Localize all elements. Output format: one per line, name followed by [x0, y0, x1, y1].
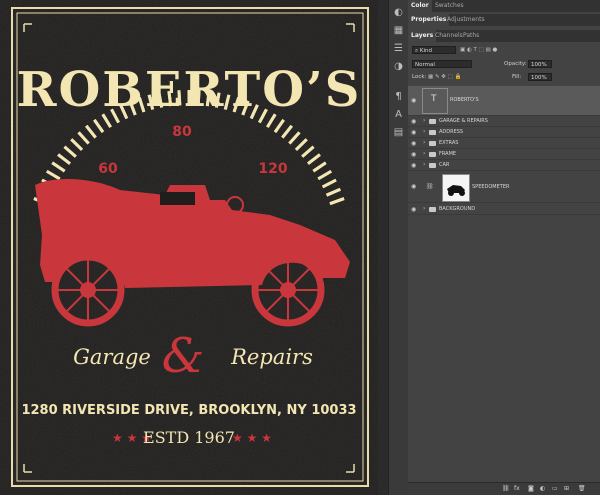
- folder-icon: [429, 141, 436, 146]
- color-tabs: Color Swatches: [408, 0, 600, 12]
- visibility-eye-icon[interactable]: ◉: [411, 97, 418, 104]
- speed-low-label: 60: [98, 161, 118, 177]
- layer-name: BACKGROUND: [439, 206, 476, 212]
- layer-row-car[interactable]: ◉ › CAR: [408, 160, 600, 171]
- mask-icon[interactable]: ◙: [528, 485, 534, 492]
- visibility-eye-icon[interactable]: ◉: [411, 162, 418, 169]
- blend-mode-select[interactable]: Normal: [412, 60, 472, 68]
- layer-name: ROBERTO'S: [450, 97, 479, 103]
- poster-title: ROBERTO’S: [17, 62, 362, 118]
- expand-arrow-icon[interactable]: ›: [423, 161, 425, 168]
- layer-row-speedometer[interactable]: ◉ ⛓ SPEEDOMETER: [408, 171, 600, 203]
- expand-arrow-icon[interactable]: ›: [423, 150, 425, 157]
- speed-high-label: 120: [258, 161, 287, 177]
- address-line: 1280 RIVERSIDE DRIVE, BROOKLYN, NY 10033: [21, 403, 356, 418]
- opacity-label: Opacity:: [504, 61, 527, 67]
- stars-right: ★ ★ ★: [232, 431, 272, 445]
- layer-row-robertos[interactable]: ◉ T ROBERTO'S: [408, 86, 600, 116]
- layer-row-background[interactable]: ◉ › BACKGROUND: [408, 204, 600, 215]
- new-layer-icon[interactable]: ⊞: [564, 485, 569, 492]
- expand-arrow-icon[interactable]: ›: [423, 117, 425, 124]
- tab-color[interactable]: Color: [408, 0, 432, 12]
- lock-icons[interactable]: ▦ ✎ ✥ ⬚ 🔒: [428, 73, 461, 81]
- adjustment-icon[interactable]: ◐: [540, 485, 545, 492]
- poster-svg: & ★ ★ ★ ★ ★ ★ ROBERTO’S 80 60 120 Garage…: [0, 0, 378, 495]
- character-icon[interactable]: A: [391, 108, 406, 122]
- visibility-eye-icon[interactable]: ◉: [411, 206, 418, 213]
- adjustments-panel-icon[interactable]: ◑: [391, 60, 406, 74]
- script-garage: Garage: [73, 345, 151, 369]
- folder-icon[interactable]: ▭: [552, 485, 558, 492]
- document-canvas[interactable]: & ★ ★ ★ ★ ★ ★ ROBERTO’S 80 60 120 Garage…: [0, 0, 388, 495]
- script-repairs: Repairs: [230, 345, 313, 369]
- tab-adjustments[interactable]: Adjustments: [444, 14, 488, 26]
- tab-paths[interactable]: Paths: [460, 30, 482, 42]
- layer-row-frame[interactable]: ◉ › FRAME: [408, 149, 600, 160]
- text-layer-thumbnail-icon: T: [422, 88, 448, 114]
- filter-icons[interactable]: ▣ ◐ T ⬚ ▤ ●: [460, 46, 497, 54]
- layer-name: CAR: [439, 162, 450, 168]
- smart-object-thumbnail: [442, 174, 470, 202]
- layer-name: EXTRAS: [439, 140, 459, 146]
- properties-panel-icon[interactable]: ☰: [391, 42, 406, 56]
- trash-icon[interactable]: 🗑: [578, 485, 586, 492]
- libraries-icon[interactable]: ▤: [391, 126, 406, 140]
- link-layers-icon[interactable]: ⛓: [502, 485, 510, 492]
- folder-icon: [429, 119, 436, 124]
- visibility-eye-icon[interactable]: ◉: [411, 183, 418, 190]
- layer-row-extras[interactable]: ◉ › EXTRAS: [408, 138, 600, 149]
- expand-arrow-icon[interactable]: ›: [423, 205, 425, 212]
- color-panel-icon[interactable]: ◐: [391, 6, 406, 20]
- tab-swatches[interactable]: Swatches: [432, 0, 467, 12]
- established-text: ESTD 1967: [143, 428, 235, 447]
- layer-name: FRAME: [439, 151, 457, 157]
- visibility-eye-icon[interactable]: ◉: [411, 118, 418, 125]
- visibility-eye-icon[interactable]: ◉: [411, 129, 418, 136]
- layer-name: SPEEDOMETER: [472, 184, 510, 190]
- visibility-eye-icon[interactable]: ◉: [411, 151, 418, 158]
- fx-icon[interactable]: fx: [514, 485, 520, 492]
- ampersand-glyph: &: [162, 328, 205, 384]
- fill-field[interactable]: 100%: [528, 73, 552, 81]
- visibility-eye-icon[interactable]: ◉: [411, 140, 418, 147]
- paragraph-icon[interactable]: ¶: [391, 90, 406, 104]
- layer-row-garage[interactable]: ◉ › GARAGE & REPAIRS: [408, 116, 600, 127]
- expand-arrow-icon[interactable]: ›: [423, 128, 425, 135]
- opacity-field[interactable]: 100%: [528, 60, 552, 68]
- fill-label: Fill:: [512, 74, 522, 80]
- expand-arrow-icon[interactable]: ›: [423, 139, 425, 146]
- speed-mid-label: 80: [172, 124, 192, 140]
- properties-tabs: Properties Adjustments: [408, 14, 600, 26]
- link-icon: ⛓: [426, 183, 434, 190]
- folder-icon: [429, 130, 436, 135]
- folder-icon: [429, 163, 436, 168]
- folder-icon: [429, 152, 436, 157]
- right-panels: Color Swatches Properties Adjustments La…: [408, 0, 600, 495]
- swatches-panel-icon[interactable]: ▦: [391, 24, 406, 38]
- layer-name: ADDRESS: [439, 129, 464, 135]
- lock-label: Lock:: [412, 74, 427, 80]
- panel-toolbar: ◐ ▦ ☰ ◑ ¶ A ▤: [388, 0, 408, 495]
- layer-name: GARAGE & REPAIRS: [439, 118, 488, 124]
- layer-row-address[interactable]: ◉ › ADDRESS: [408, 127, 600, 138]
- layers-footer: ⛓ fx ◙ ◐ ▭ ⊞ 🗑: [408, 482, 600, 495]
- kind-filter-select[interactable]: ⌕ Kind: [412, 46, 456, 54]
- folder-icon: [429, 207, 436, 212]
- poster-artwork: & ★ ★ ★ ★ ★ ★ ROBERTO’S 80 60 120 Garage…: [0, 0, 378, 495]
- layers-tabs: Layers Channels Paths: [408, 30, 600, 42]
